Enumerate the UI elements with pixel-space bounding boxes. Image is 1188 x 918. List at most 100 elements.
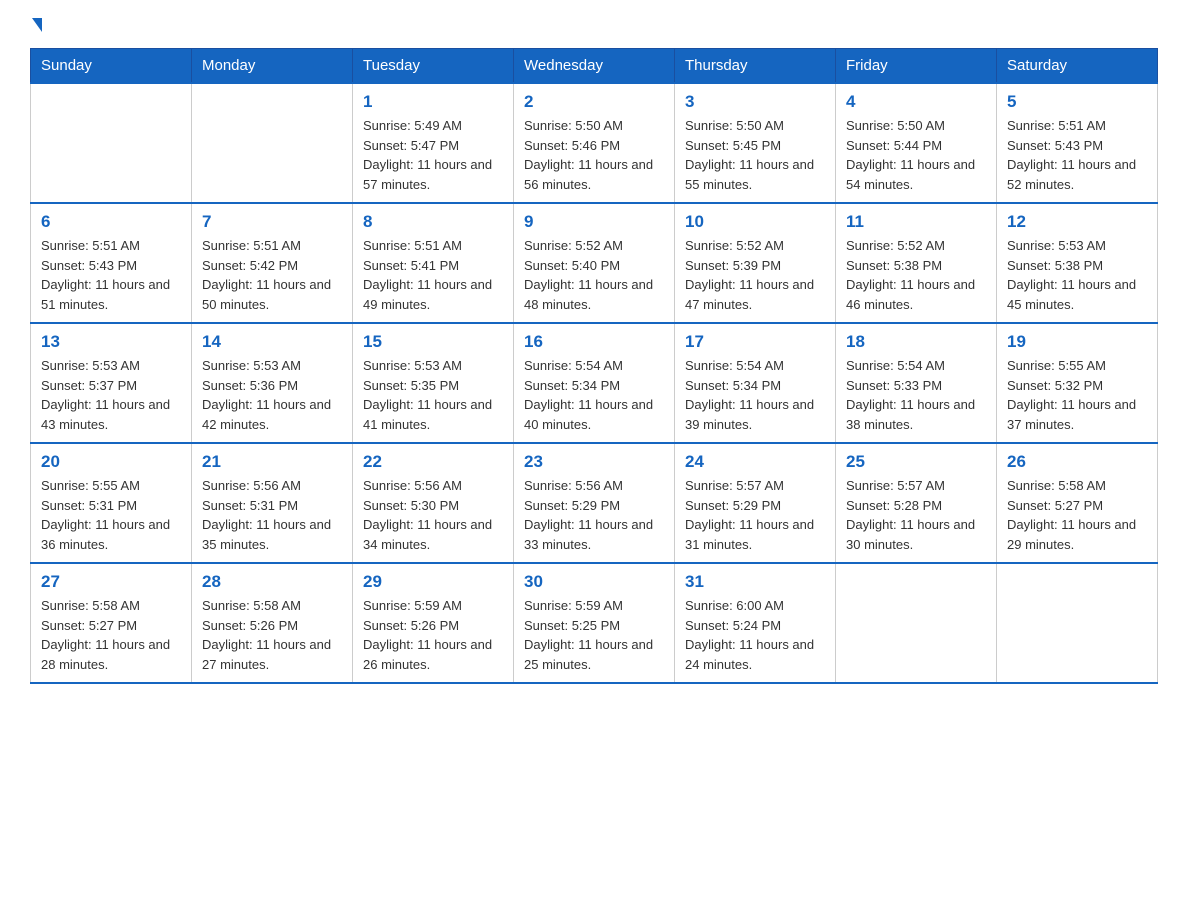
day-info: Sunrise: 5:52 AMSunset: 5:38 PMDaylight:… (846, 236, 986, 314)
week-row-5: 27Sunrise: 5:58 AMSunset: 5:27 PMDayligh… (31, 563, 1158, 683)
day-cell: 6 Sunrise: 5:51 AMSunset: 5:43 PMDaylight… (31, 203, 192, 323)
day-cell: 24Sunrise: 5:57 AMSunset: 5:29 PMDayligh… (675, 443, 836, 563)
day-cell: 3 Sunrise: 5:50 AMSunset: 5:45 PMDaylight… (675, 83, 836, 203)
day-cell: 1 Sunrise: 5:49 AMSunset: 5:47 PMDaylight… (353, 83, 514, 203)
day-info: Sunrise: 5:50 AMSunset: 5:45 PMDaylight:… (685, 116, 825, 194)
day-info: Sunrise: 5:53 AMSunset: 5:38 PMDaylight:… (1007, 236, 1147, 314)
day-number: 10 (685, 212, 825, 232)
calendar-table: SundayMondayTuesdayWednesdayThursdayFrid… (30, 48, 1158, 684)
day-info: Sunrise: 5:58 AMSunset: 5:27 PMDaylight:… (1007, 476, 1147, 554)
day-cell (31, 83, 192, 203)
day-number: 1 (363, 92, 503, 112)
day-number: 3 (685, 92, 825, 112)
logo (30, 20, 42, 34)
day-cell: 8 Sunrise: 5:51 AMSunset: 5:41 PMDaylight… (353, 203, 514, 323)
day-cell: 11Sunrise: 5:52 AMSunset: 5:38 PMDayligh… (836, 203, 997, 323)
day-number: 6 (41, 212, 181, 232)
day-number: 19 (1007, 332, 1147, 352)
day-info: Sunrise: 5:59 AMSunset: 5:26 PMDaylight:… (363, 596, 503, 674)
weekday-header-tuesday: Tuesday (353, 49, 514, 84)
day-number: 7 (202, 212, 342, 232)
weekday-header-friday: Friday (836, 49, 997, 84)
day-cell: 19 Sunrise: 5:55 AMSunset: 5:32 PMDayligh… (997, 323, 1158, 443)
day-cell: 31 Sunrise: 6:00 AMSunset: 5:24 PMDayligh… (675, 563, 836, 683)
day-number: 13 (41, 332, 181, 352)
day-info: Sunrise: 5:51 AMSunset: 5:41 PMDaylight:… (363, 236, 503, 314)
day-cell: 17 Sunrise: 5:54 AMSunset: 5:34 PMDayligh… (675, 323, 836, 443)
day-number: 29 (363, 572, 503, 592)
day-info: Sunrise: 5:59 AMSunset: 5:25 PMDaylight:… (524, 596, 664, 674)
day-cell: 7 Sunrise: 5:51 AMSunset: 5:42 PMDaylight… (192, 203, 353, 323)
day-cell: 13 Sunrise: 5:53 AMSunset: 5:37 PMDayligh… (31, 323, 192, 443)
day-info: Sunrise: 5:56 AMSunset: 5:30 PMDaylight:… (363, 476, 503, 554)
day-number: 5 (1007, 92, 1147, 112)
day-info: Sunrise: 5:53 AMSunset: 5:37 PMDaylight:… (41, 356, 181, 434)
day-number: 31 (685, 572, 825, 592)
day-number: 16 (524, 332, 664, 352)
day-cell: 23Sunrise: 5:56 AMSunset: 5:29 PMDayligh… (514, 443, 675, 563)
day-info: Sunrise: 5:57 AMSunset: 5:28 PMDaylight:… (846, 476, 986, 554)
day-cell: 9 Sunrise: 5:52 AMSunset: 5:40 PMDaylight… (514, 203, 675, 323)
day-info: Sunrise: 5:50 AMSunset: 5:44 PMDaylight:… (846, 116, 986, 194)
day-info: Sunrise: 5:55 AMSunset: 5:32 PMDaylight:… (1007, 356, 1147, 434)
day-cell: 15 Sunrise: 5:53 AMSunset: 5:35 PMDayligh… (353, 323, 514, 443)
day-number: 18 (846, 332, 986, 352)
day-number: 2 (524, 92, 664, 112)
day-number: 12 (1007, 212, 1147, 232)
day-info: Sunrise: 5:51 AMSunset: 5:43 PMDaylight:… (41, 236, 181, 314)
calendar-header: SundayMondayTuesdayWednesdayThursdayFrid… (31, 49, 1158, 84)
calendar-body: 1 Sunrise: 5:49 AMSunset: 5:47 PMDaylight… (31, 83, 1158, 683)
day-info: Sunrise: 5:51 AMSunset: 5:42 PMDaylight:… (202, 236, 342, 314)
day-info: Sunrise: 5:54 AMSunset: 5:34 PMDaylight:… (685, 356, 825, 434)
day-number: 20 (41, 452, 181, 472)
day-info: Sunrise: 5:55 AMSunset: 5:31 PMDaylight:… (41, 476, 181, 554)
weekday-header-monday: Monday (192, 49, 353, 84)
day-info: Sunrise: 5:56 AMSunset: 5:31 PMDaylight:… (202, 476, 342, 554)
day-cell: 30 Sunrise: 5:59 AMSunset: 5:25 PMDayligh… (514, 563, 675, 683)
day-cell: 18 Sunrise: 5:54 AMSunset: 5:33 PMDayligh… (836, 323, 997, 443)
day-number: 23 (524, 452, 664, 472)
day-cell: 29 Sunrise: 5:59 AMSunset: 5:26 PMDayligh… (353, 563, 514, 683)
weekday-header-row: SundayMondayTuesdayWednesdayThursdayFrid… (31, 49, 1158, 84)
day-info: Sunrise: 5:51 AMSunset: 5:43 PMDaylight:… (1007, 116, 1147, 194)
week-row-2: 6 Sunrise: 5:51 AMSunset: 5:43 PMDaylight… (31, 203, 1158, 323)
day-info: Sunrise: 5:53 AMSunset: 5:35 PMDaylight:… (363, 356, 503, 434)
day-info: Sunrise: 5:58 AMSunset: 5:26 PMDaylight:… (202, 596, 342, 674)
day-cell (997, 563, 1158, 683)
day-number: 25 (846, 452, 986, 472)
day-cell: 16 Sunrise: 5:54 AMSunset: 5:34 PMDayligh… (514, 323, 675, 443)
day-info: Sunrise: 5:49 AMSunset: 5:47 PMDaylight:… (363, 116, 503, 194)
day-cell: 20 Sunrise: 5:55 AMSunset: 5:31 PMDayligh… (31, 443, 192, 563)
day-cell: 2 Sunrise: 5:50 AMSunset: 5:46 PMDaylight… (514, 83, 675, 203)
day-info: Sunrise: 5:54 AMSunset: 5:33 PMDaylight:… (846, 356, 986, 434)
week-row-4: 20 Sunrise: 5:55 AMSunset: 5:31 PMDayligh… (31, 443, 1158, 563)
day-cell: 14Sunrise: 5:53 AMSunset: 5:36 PMDayligh… (192, 323, 353, 443)
weekday-header-wednesday: Wednesday (514, 49, 675, 84)
day-number: 21 (202, 452, 342, 472)
day-info: Sunrise: 5:50 AMSunset: 5:46 PMDaylight:… (524, 116, 664, 194)
day-number: 15 (363, 332, 503, 352)
weekday-header-sunday: Sunday (31, 49, 192, 84)
day-info: Sunrise: 5:52 AMSunset: 5:40 PMDaylight:… (524, 236, 664, 314)
day-info: Sunrise: 5:52 AMSunset: 5:39 PMDaylight:… (685, 236, 825, 314)
day-number: 9 (524, 212, 664, 232)
weekday-header-saturday: Saturday (997, 49, 1158, 84)
day-number: 17 (685, 332, 825, 352)
day-cell: 10 Sunrise: 5:52 AMSunset: 5:39 PMDayligh… (675, 203, 836, 323)
day-cell: 5 Sunrise: 5:51 AMSunset: 5:43 PMDaylight… (997, 83, 1158, 203)
day-info: Sunrise: 6:00 AMSunset: 5:24 PMDaylight:… (685, 596, 825, 674)
day-number: 30 (524, 572, 664, 592)
day-number: 14 (202, 332, 342, 352)
day-cell: 21 Sunrise: 5:56 AMSunset: 5:31 PMDayligh… (192, 443, 353, 563)
day-number: 8 (363, 212, 503, 232)
day-cell: 26 Sunrise: 5:58 AMSunset: 5:27 PMDayligh… (997, 443, 1158, 563)
day-info: Sunrise: 5:54 AMSunset: 5:34 PMDaylight:… (524, 356, 664, 434)
day-info: Sunrise: 5:57 AMSunset: 5:29 PMDaylight:… (685, 476, 825, 554)
day-cell: 28Sunrise: 5:58 AMSunset: 5:26 PMDayligh… (192, 563, 353, 683)
logo-triangle-icon (32, 18, 42, 32)
day-cell (836, 563, 997, 683)
weekday-header-thursday: Thursday (675, 49, 836, 84)
day-cell: 25 Sunrise: 5:57 AMSunset: 5:28 PMDayligh… (836, 443, 997, 563)
day-number: 26 (1007, 452, 1147, 472)
day-cell: 27Sunrise: 5:58 AMSunset: 5:27 PMDayligh… (31, 563, 192, 683)
